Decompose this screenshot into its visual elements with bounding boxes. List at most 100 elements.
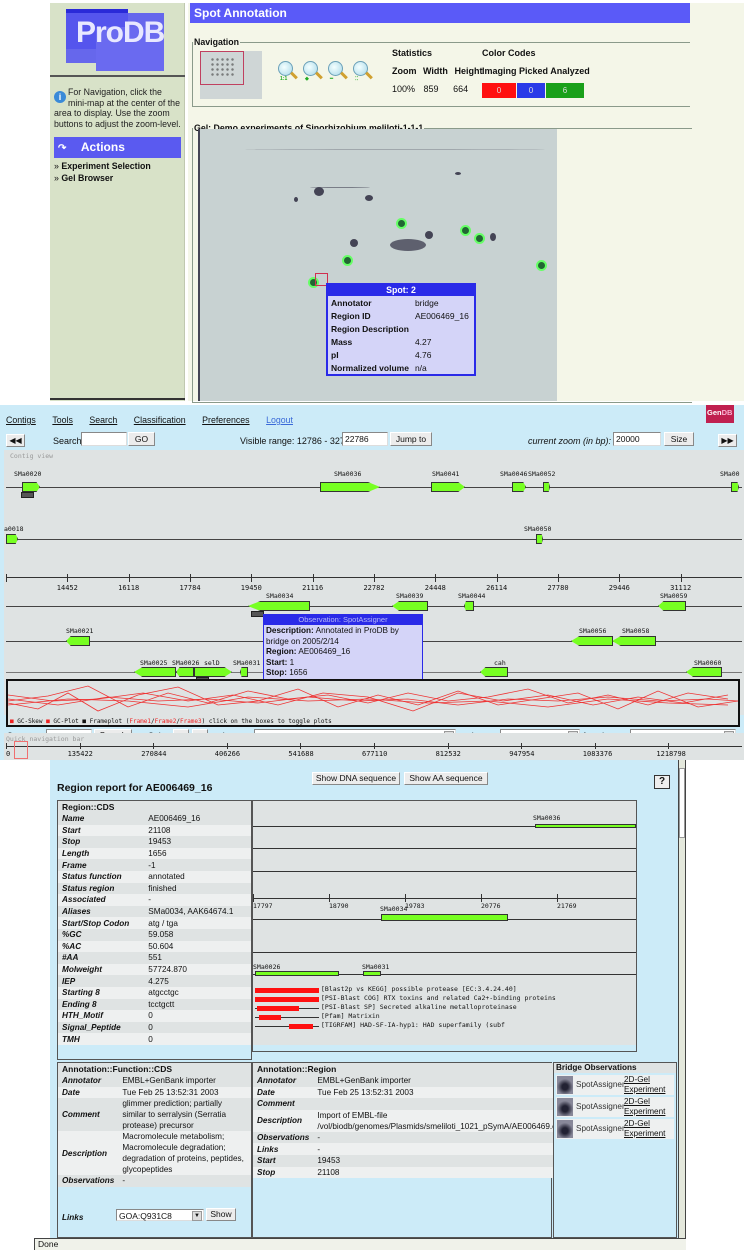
gel-smear (350, 239, 358, 247)
scrollbar-thumb[interactable] (679, 768, 685, 838)
gene-arrow[interactable] (66, 636, 90, 646)
hit-bar[interactable] (257, 1006, 299, 1011)
gene-arrow[interactable] (464, 601, 474, 611)
gene-label: cah (494, 659, 506, 667)
row-value: 50.604 (144, 940, 251, 953)
gel-spot[interactable] (398, 220, 405, 227)
table-row: Aliases SMa0034, AAK64674.1 (58, 905, 251, 918)
action-gel-browser[interactable]: Gel Browser (54, 173, 113, 183)
spot-thumbnail-icon[interactable] (557, 1076, 573, 1094)
menu-classification[interactable]: Classification (134, 415, 186, 425)
action-experiment-selection[interactable]: Experiment Selection (54, 161, 150, 171)
gc-plot-toggle[interactable]: ■ (46, 718, 50, 725)
go-button[interactable]: GO (128, 432, 155, 446)
scroll-left-button[interactable]: ◀◀ (6, 434, 25, 447)
gene-arrow[interactable] (480, 667, 508, 677)
stat-col: Zoom (392, 66, 417, 76)
map-gene-bar[interactable] (535, 824, 636, 828)
gene-arrow[interactable] (176, 667, 194, 677)
show-dna-button[interactable]: Show DNA sequence (312, 772, 400, 785)
menu-logout[interactable]: Logout (266, 415, 293, 425)
magnifier-handle (315, 71, 323, 80)
help-button[interactable]: ? (654, 775, 670, 789)
function-cds-table: Annotation::Function::CDS Annotator EMBL+… (57, 1062, 252, 1238)
gene-arrow[interactable] (320, 482, 380, 492)
spot-thumbnail-icon[interactable] (557, 1120, 573, 1138)
map-gene-bar[interactable] (255, 971, 339, 976)
scroll-right-button[interactable]: ▶▶ (718, 434, 737, 447)
gene-arrow[interactable] (392, 601, 428, 611)
gene-arrow[interactable] (658, 601, 686, 611)
gene-arrow[interactable] (536, 534, 543, 544)
gene-arrow[interactable] (686, 667, 722, 677)
links-show-button[interactable]: Show (206, 1208, 236, 1221)
gel-smear (314, 187, 324, 196)
jump-position-input[interactable]: 22786 (342, 432, 388, 446)
gene-arrow-selected[interactable] (248, 601, 310, 611)
frameplot-toggle[interactable]: ■ (82, 718, 86, 725)
search-input[interactable] (81, 432, 127, 446)
gene-arrow[interactable] (543, 482, 550, 492)
quick-navigation-bar[interactable]: Quick navigation bar 0 135422 270844 406266… (4, 733, 744, 760)
gene-arrow[interactable] (194, 667, 232, 677)
frame-label[interactable]: Frame2 (155, 718, 177, 725)
frame-label[interactable]: Frame1 (129, 718, 151, 725)
gel-image[interactable]: Spot: 2 Annotator bridge Region ID AE00646… (198, 129, 557, 401)
gc-skew-toggle[interactable]: ■ (10, 718, 14, 725)
frame-label[interactable]: Frame3 (180, 718, 202, 725)
gene-arrow[interactable] (612, 636, 656, 646)
row-value: 1656 (144, 847, 251, 860)
hit-label: [Pfam] Matrixin (321, 1012, 380, 1020)
gel-experiment-link[interactable]: 2D-Gel Experiment (624, 1075, 665, 1094)
map-gene-bar-selected[interactable] (381, 914, 508, 921)
menu-search[interactable]: Search (89, 415, 117, 425)
jump-to-button[interactable]: Jump to (390, 432, 432, 446)
gel-experiment-link[interactable]: 2D-Gel Experiment (624, 1097, 665, 1116)
gc-frame-plot[interactable]: ■ GC-Skew ■ GC-Plot ■ Frameplot (Frame1/… (6, 679, 740, 727)
spot-thumbnail-icon[interactable] (557, 1098, 573, 1116)
zoom-input[interactable]: 20000 (613, 432, 661, 446)
gene-arrow[interactable] (240, 667, 248, 677)
zoom-in-button[interactable]: ⁚⁚ (353, 61, 373, 85)
row-key: Stop (58, 836, 145, 848)
table-row: Signal_Peptide 0 (58, 1021, 251, 1034)
region-map-canvas[interactable]: SMa0036 17797 18790 19783 20776 21769 SMa003… (253, 801, 636, 1045)
mini-map[interactable] (200, 51, 262, 99)
gene-arrow[interactable] (571, 636, 613, 646)
prodb-tag[interactable] (21, 492, 34, 498)
zoom-fit-button[interactable]: ◆ (303, 61, 323, 85)
hit-bar[interactable] (289, 1024, 313, 1029)
obs-key: Region: (266, 647, 297, 656)
show-aa-button[interactable]: Show AA sequence (404, 772, 488, 785)
gene-arrow[interactable] (512, 482, 526, 492)
prodb-logo[interactable]: ProDB (66, 9, 176, 71)
gel-spot[interactable] (462, 227, 469, 234)
gel-spot[interactable] (344, 257, 351, 264)
gene-arrow[interactable] (731, 482, 739, 492)
gel-spot[interactable] (476, 235, 483, 242)
zoom-out-button[interactable]: ━ (328, 61, 348, 85)
menu-tools[interactable]: Tools (52, 415, 73, 425)
gene-arrow[interactable] (431, 482, 465, 492)
vertical-scrollbar[interactable] (678, 760, 686, 1238)
gene-arrow[interactable] (22, 482, 40, 492)
hit-bar[interactable] (255, 988, 319, 993)
menu-contigs[interactable]: Contigs (6, 415, 36, 425)
zoom-1to1-button[interactable]: 1:1 (278, 61, 298, 85)
hit-bar[interactable] (255, 997, 319, 1002)
gel-experiment-link[interactable]: 2D-Gel Experiment (624, 1119, 665, 1138)
minimap-viewport[interactable] (200, 51, 244, 85)
map-gene-bar[interactable] (363, 971, 381, 976)
gel-spot[interactable] (538, 262, 545, 269)
quick-nav-viewport[interactable] (14, 741, 28, 759)
row-key: Start (58, 824, 145, 837)
actions-header: ↷ Actions (54, 137, 181, 158)
row-key: Stop (253, 1166, 314, 1179)
gene-arrow[interactable] (134, 667, 176, 677)
hit-bar[interactable] (259, 1015, 281, 1020)
gene-arrow[interactable] (6, 534, 18, 544)
links-select[interactable]: GOA:Q931C8 ▼ (116, 1209, 204, 1221)
size-button[interactable]: Size (664, 432, 694, 446)
quick-nav-tick (153, 743, 155, 749)
menu-preferences[interactable]: Preferences (202, 415, 249, 425)
